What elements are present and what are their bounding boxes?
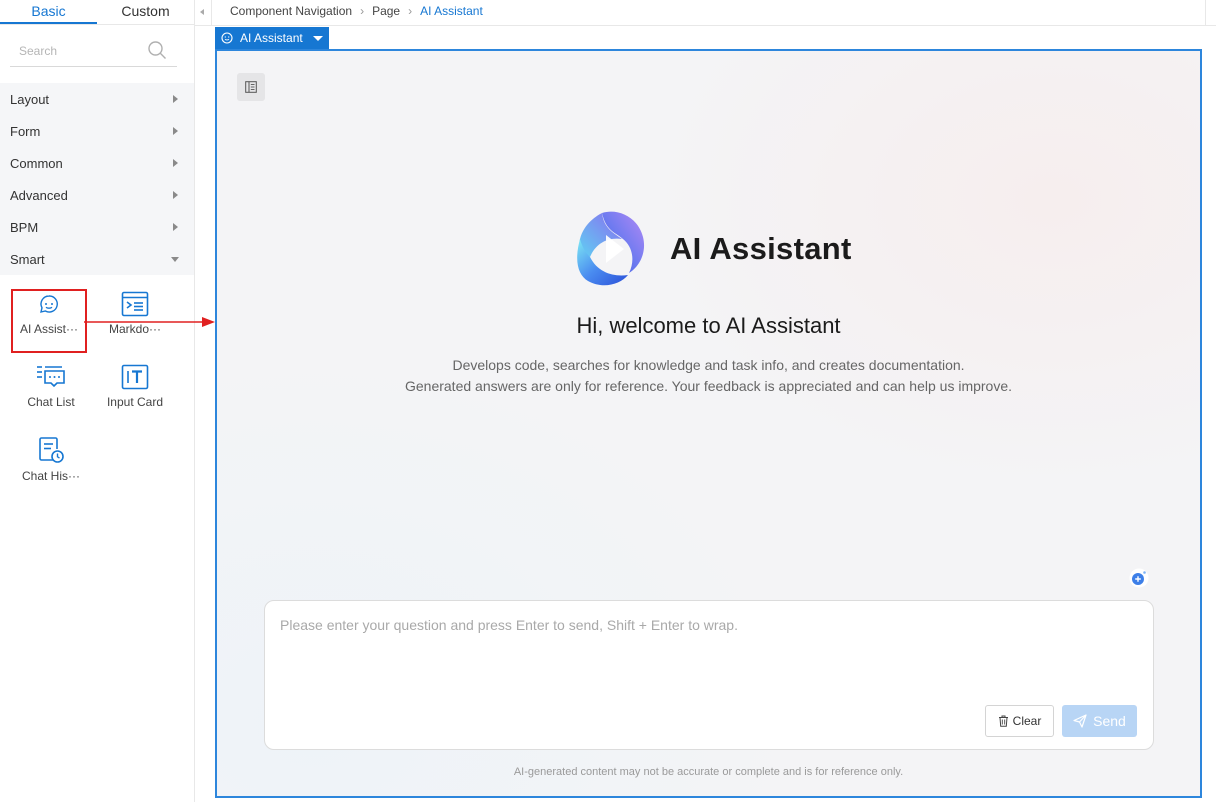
category-smart[interactable]: Smart bbox=[0, 243, 194, 275]
brand-name: AI Assistant bbox=[670, 231, 852, 266]
component-chat-history[interactable]: Chat His··· bbox=[13, 434, 89, 498]
caret-right-icon bbox=[173, 95, 178, 103]
divider bbox=[1205, 0, 1206, 26]
category-label: Common bbox=[10, 155, 63, 171]
brand: AI Assistant bbox=[572, 209, 852, 289]
tab-basic[interactable]: Basic bbox=[0, 0, 97, 24]
panel-tabs: Basic Custom bbox=[0, 0, 194, 25]
caret-right-icon bbox=[173, 127, 178, 135]
chevron-left-icon bbox=[200, 9, 204, 15]
disclaimer: AI-generated content may not be accurate… bbox=[513, 766, 904, 778]
component-search bbox=[10, 37, 177, 67]
annotation-arrow bbox=[84, 317, 215, 327]
category-label: Form bbox=[10, 123, 41, 139]
component-label: AI Assist··· bbox=[19, 322, 78, 336]
toggle-sidebar-button[interactable] bbox=[237, 73, 265, 101]
caret-right-icon bbox=[173, 191, 178, 199]
clear-label: Clear bbox=[1012, 714, 1042, 728]
welcome-heading: Hi, welcome to AI Assistant bbox=[576, 313, 841, 338]
category-bpm[interactable]: BPM bbox=[0, 211, 194, 243]
description-line: Develops code, searches for knowledge an… bbox=[452, 357, 965, 373]
breadcrumb-current[interactable]: AI Assistant bbox=[420, 4, 483, 18]
category-label: Smart bbox=[10, 251, 45, 267]
tag-label: AI Assistant bbox=[240, 31, 303, 45]
component-label: Chat List bbox=[27, 395, 75, 409]
send-label: Send bbox=[1093, 713, 1126, 729]
chevron-right-icon: › bbox=[360, 4, 365, 18]
description: Develops code, searches for knowledge an… bbox=[217, 355, 1200, 397]
search-icon[interactable] bbox=[147, 40, 167, 60]
component-input-card[interactable]: Input Card bbox=[97, 362, 173, 426]
description-line: Generated answers are only for reference… bbox=[404, 378, 1013, 394]
caret-down-icon[interactable] bbox=[312, 35, 323, 41]
sidebar-icon bbox=[245, 81, 257, 93]
top-bar: Component Navigation › Page › AI Assista… bbox=[195, 0, 1216, 26]
question-input[interactable] bbox=[280, 617, 1130, 677]
category-layout[interactable]: Layout bbox=[0, 83, 194, 115]
search-input[interactable] bbox=[10, 37, 140, 65]
category-common[interactable]: Common bbox=[0, 147, 194, 179]
component-panel: Basic Custom Layout Form Common Advanced… bbox=[0, 0, 195, 802]
ai-assistant-canvas: AI Assistant Hi, welcome to AI Assistant… bbox=[215, 49, 1202, 798]
clear-button[interactable]: Clear bbox=[985, 705, 1054, 737]
send-icon bbox=[1073, 714, 1087, 728]
category-form[interactable]: Form bbox=[0, 115, 194, 147]
component-label: Chat His··· bbox=[21, 469, 80, 483]
selected-component-tag[interactable]: AI Assistant bbox=[215, 27, 329, 49]
category-list: Layout Form Common Advanced BPM Smart bbox=[0, 83, 194, 275]
ai-assistant-logo bbox=[577, 211, 645, 286]
category-label: Layout bbox=[10, 91, 50, 107]
trash-icon bbox=[998, 715, 1008, 727]
caret-down-icon bbox=[171, 257, 179, 262]
chat-history-icon bbox=[39, 437, 64, 463]
component-chat-list[interactable]: Chat List bbox=[13, 362, 89, 426]
send-button[interactable]: Send bbox=[1062, 705, 1137, 737]
caret-right-icon bbox=[173, 159, 178, 167]
collapse-panel-button[interactable] bbox=[195, 0, 212, 26]
new-chat-icon[interactable] bbox=[1129, 568, 1149, 588]
category-advanced[interactable]: Advanced bbox=[0, 179, 194, 211]
ai-assistant-icon bbox=[40, 295, 58, 313]
markdown-icon bbox=[121, 291, 149, 317]
category-label: Advanced bbox=[10, 187, 68, 203]
category-label: BPM bbox=[10, 219, 39, 235]
component-ai-assistant[interactable]: AI Assist··· bbox=[11, 289, 87, 353]
breadcrumb-item[interactable]: Component Navigation bbox=[230, 4, 352, 18]
breadcrumb-item[interactable]: Page bbox=[372, 4, 400, 18]
input-card-icon bbox=[121, 364, 149, 390]
breadcrumb: Component Navigation › Page › AI Assista… bbox=[230, 4, 483, 18]
tab-custom[interactable]: Custom bbox=[97, 0, 194, 24]
caret-right-icon bbox=[173, 223, 178, 231]
component-label: Input Card bbox=[106, 395, 164, 409]
chevron-right-icon: › bbox=[408, 4, 413, 18]
chat-input-box: Clear Send bbox=[264, 600, 1154, 750]
chat-list-icon bbox=[37, 366, 65, 388]
smiley-chat-icon bbox=[221, 32, 233, 44]
